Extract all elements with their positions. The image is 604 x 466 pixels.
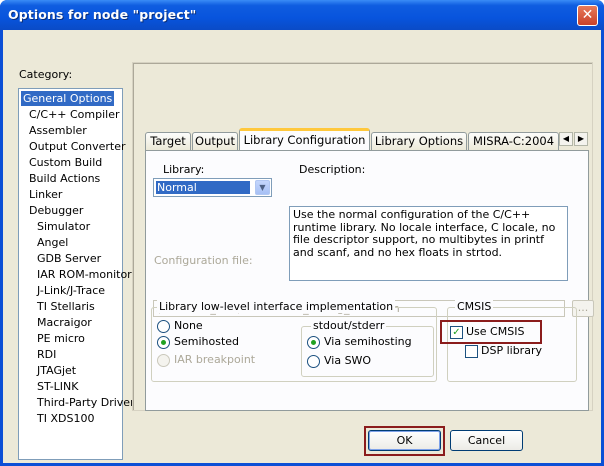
- category-item[interactable]: GDB Server: [35, 251, 103, 266]
- low-level-interface-title: Library low-level interface implementati…: [157, 300, 396, 313]
- radio-via-swo-label[interactable]: Via SWO: [324, 354, 371, 367]
- stdout-stderr-title: stdout/stderr: [311, 319, 387, 332]
- category-item[interactable]: Angel: [35, 235, 70, 250]
- use-cmsis-checkbox[interactable]: ✓: [450, 326, 463, 339]
- tab-library-options[interactable]: Library Options: [371, 132, 467, 150]
- category-item[interactable]: TI XDS100: [35, 411, 96, 426]
- radio-iar-breakpoint: [157, 354, 170, 367]
- category-item[interactable]: Output Converter: [27, 139, 128, 154]
- dialog-client-area: Category: General Options C/C++ Compiler A…: [3, 30, 601, 463]
- category-item[interactable]: Linker: [27, 187, 64, 202]
- options-dialog: Options for node "project" ✕ Category: G…: [0, 0, 604, 466]
- tab-scroll-right-icon[interactable]: ▶: [574, 132, 588, 146]
- tab-scroll-left-icon[interactable]: ◀: [559, 132, 573, 146]
- radio-semihosted[interactable]: [157, 336, 170, 349]
- category-item[interactable]: Custom Build: [27, 155, 104, 170]
- cmsis-title: CMSIS: [455, 300, 494, 313]
- dsp-library-checkbox[interactable]: [465, 345, 478, 358]
- radio-via-swo[interactable]: [307, 355, 320, 368]
- chevron-down-icon[interactable]: ▼: [255, 180, 270, 195]
- tab-output[interactable]: Output: [192, 132, 238, 150]
- description-label: Description:: [299, 163, 366, 176]
- radio-via-semihosting[interactable]: [307, 336, 320, 349]
- category-label: Category:: [19, 68, 73, 81]
- category-item[interactable]: Debugger: [27, 203, 85, 218]
- close-icon[interactable]: ✕: [577, 5, 598, 26]
- tab-misra-c-2004[interactable]: MISRA-C:2004: [468, 132, 559, 150]
- category-item[interactable]: Third-Party Driver: [35, 395, 137, 410]
- category-item[interactable]: RDI: [35, 347, 58, 362]
- window-title: Options for node "project": [8, 7, 197, 22]
- category-item[interactable]: Simulator: [35, 219, 92, 234]
- tab-library-configuration[interactable]: Library Configuration: [239, 128, 370, 150]
- category-item[interactable]: IAR ROM-monitor: [35, 267, 134, 282]
- cancel-button[interactable]: Cancel: [450, 430, 523, 451]
- title-bar[interactable]: Options for node "project" ✕: [0, 0, 604, 30]
- radio-semihosted-label[interactable]: Semihosted: [174, 335, 239, 348]
- category-item[interactable]: JTAGjet: [35, 363, 78, 378]
- radio-via-semihosting-label[interactable]: Via semihosting: [324, 335, 412, 348]
- category-item[interactable]: C/C++ Compiler: [27, 107, 122, 122]
- library-select[interactable]: Normal ▼: [153, 178, 272, 197]
- library-label: Library:: [163, 163, 205, 176]
- radio-iar-breakpoint-label: IAR breakpoint: [174, 353, 256, 366]
- category-item[interactable]: J-Link/J-Trace: [35, 283, 107, 298]
- category-item[interactable]: TI Stellaris: [35, 299, 97, 314]
- dsp-library-label[interactable]: DSP library: [481, 344, 542, 357]
- category-item[interactable]: ST-LINK: [35, 379, 80, 394]
- radio-none[interactable]: [157, 320, 170, 333]
- category-item[interactable]: Assembler: [27, 123, 89, 138]
- radio-none-label[interactable]: None: [174, 319, 203, 332]
- tab-target[interactable]: Target: [145, 132, 191, 150]
- stdout-stderr-group: [301, 326, 434, 377]
- configuration-file-label: Configuration file:: [154, 254, 253, 267]
- description-text: Use the normal configuration of the C/C+…: [289, 206, 568, 281]
- ok-button[interactable]: OK: [368, 430, 441, 451]
- category-item[interactable]: PE micro: [35, 331, 87, 346]
- library-select-value: Normal: [156, 181, 250, 194]
- category-list[interactable]: General Options C/C++ Compiler Assembler Ou…: [18, 88, 135, 460]
- category-item[interactable]: Build Actions: [27, 171, 102, 186]
- category-item[interactable]: Macraigor: [35, 315, 94, 330]
- use-cmsis-label[interactable]: Use CMSIS: [466, 325, 524, 338]
- category-item[interactable]: General Options: [21, 91, 115, 106]
